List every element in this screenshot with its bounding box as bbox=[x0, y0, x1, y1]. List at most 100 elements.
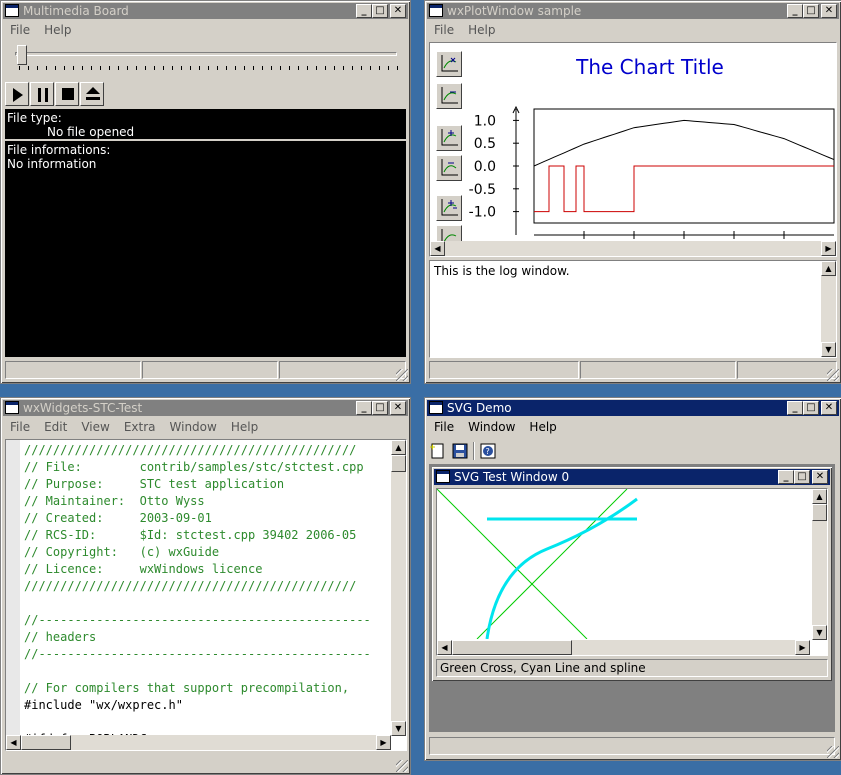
resize-grip[interactable] bbox=[827, 369, 839, 381]
log-window[interactable]: This is the log window. ▲ ▼ bbox=[429, 260, 837, 358]
y-tick-label: -1.0 bbox=[469, 205, 496, 221]
minimize-button[interactable]: _ bbox=[787, 401, 803, 415]
svg-text:?: ? bbox=[486, 447, 490, 456]
play-button[interactable] bbox=[5, 82, 29, 106]
svg-demo-window: SVG Demo _ □ ✕ File Window Help ? SVG Te… bbox=[424, 397, 841, 761]
menu-help[interactable]: Help bbox=[224, 420, 265, 434]
status-pane bbox=[429, 737, 835, 755]
scroll-right-button[interactable]: ▶ bbox=[821, 241, 836, 256]
scroll-right-button[interactable]: ▶ bbox=[795, 640, 810, 655]
code-line: ////////////////////////////////////////… bbox=[24, 443, 357, 457]
maximize-button[interactable]: □ bbox=[803, 4, 819, 18]
save-icon[interactable] bbox=[451, 442, 469, 460]
minimize-button[interactable]: _ bbox=[778, 470, 794, 484]
pause-icon bbox=[38, 88, 48, 102]
code-editor[interactable]: ////////////////////////////////////////… bbox=[5, 439, 407, 751]
code-line: // headers bbox=[24, 630, 97, 644]
scroll-right-button[interactable]: ▶ bbox=[376, 735, 391, 750]
menu-edit[interactable]: Edit bbox=[37, 420, 74, 434]
menu-file[interactable]: File bbox=[427, 23, 461, 37]
minimize-button[interactable]: _ bbox=[356, 401, 372, 415]
plot-hscrollbar[interactable]: ◀ ▶ bbox=[430, 241, 836, 256]
slider-thumb[interactable] bbox=[17, 45, 27, 65]
pause-button[interactable] bbox=[30, 82, 54, 106]
resize-grip[interactable] bbox=[396, 369, 408, 381]
maximize-button[interactable]: □ bbox=[372, 4, 388, 18]
minimize-button[interactable]: _ bbox=[787, 4, 803, 18]
scroll-down-button[interactable]: ▼ bbox=[821, 342, 836, 357]
menu-help[interactable]: Help bbox=[461, 23, 502, 37]
code-line: #include "wx/wxprec.h" bbox=[24, 698, 183, 712]
code-line: // RCS-ID: $Id: stctest.cpp 39402 2006-0… bbox=[24, 528, 357, 542]
help-icon[interactable]: ? bbox=[479, 442, 497, 460]
scroll-thumb[interactable] bbox=[21, 735, 71, 750]
maximize-button[interactable]: □ bbox=[803, 401, 819, 415]
scroll-left-button[interactable]: ◀ bbox=[430, 241, 445, 256]
code-line: //--------------------------------------… bbox=[24, 613, 371, 627]
close-button[interactable]: ✕ bbox=[812, 470, 828, 484]
scroll-thumb[interactable] bbox=[812, 504, 827, 521]
close-button[interactable]: ✕ bbox=[390, 401, 406, 415]
scroll-left-button[interactable]: ◀ bbox=[6, 735, 21, 750]
file-type-value: No file opened bbox=[47, 125, 135, 139]
resize-grip[interactable] bbox=[827, 746, 839, 758]
menu-file[interactable]: File bbox=[427, 420, 461, 434]
svg-canvas: ▲ ▼ ◀ ▶ bbox=[436, 488, 828, 656]
scroll-thumb[interactable] bbox=[452, 640, 572, 655]
menu-file[interactable]: File bbox=[3, 420, 37, 434]
editor-hscrollbar[interactable]: ◀ ▶ bbox=[6, 735, 391, 750]
menu-help[interactable]: Help bbox=[522, 420, 563, 434]
menu-window[interactable]: Window bbox=[461, 420, 522, 434]
menu-view[interactable]: View bbox=[74, 420, 116, 434]
minimize-button[interactable]: _ bbox=[356, 4, 372, 18]
menu-window[interactable]: Window bbox=[163, 420, 224, 434]
code-line: // Purpose: STC test application bbox=[24, 477, 285, 491]
scroll-down-button[interactable]: ▼ bbox=[391, 721, 406, 736]
app-icon bbox=[5, 401, 19, 414]
menu-help[interactable]: Help bbox=[37, 23, 78, 37]
scroll-thumb[interactable] bbox=[391, 455, 406, 472]
code-line: // Copyright: (c) wxGuide bbox=[24, 545, 220, 559]
child-hscrollbar[interactable]: ◀ ▶ bbox=[437, 640, 810, 655]
window-title: wxWidgets-STC-Test bbox=[23, 401, 143, 415]
stc-titlebar[interactable]: wxWidgets-STC-Test _ □ ✕ bbox=[3, 400, 408, 416]
green-cross-line-1 bbox=[437, 489, 588, 639]
svg-demo-titlebar[interactable]: SVG Demo _ □ ✕ bbox=[427, 400, 839, 416]
app-icon bbox=[429, 401, 443, 414]
scroll-up-button[interactable]: ▲ bbox=[391, 440, 406, 455]
new-file-icon[interactable] bbox=[429, 442, 447, 460]
close-button[interactable]: ✕ bbox=[390, 4, 406, 18]
plot-window: wxPlotWindow sample _ □ ✕ File Help The … bbox=[424, 0, 841, 384]
stop-button[interactable] bbox=[55, 82, 79, 106]
scroll-up-button[interactable]: ▲ bbox=[821, 261, 836, 276]
editor-vscrollbar[interactable]: ▲ ▼ bbox=[391, 440, 406, 736]
status-pane-1 bbox=[5, 361, 141, 379]
file-type-label: File type: bbox=[7, 111, 62, 125]
status-pane-2 bbox=[580, 361, 736, 379]
eject-button[interactable] bbox=[80, 82, 104, 106]
status-pane-2 bbox=[142, 361, 278, 379]
multimedia-titlebar[interactable]: Multimedia Board _ □ ✕ bbox=[3, 3, 408, 19]
menu-file[interactable]: File bbox=[3, 23, 37, 37]
maximize-button[interactable]: □ bbox=[794, 470, 810, 484]
close-button[interactable]: ✕ bbox=[821, 401, 837, 415]
maximize-button[interactable]: □ bbox=[372, 401, 388, 415]
position-slider[interactable] bbox=[9, 43, 401, 73]
log-text: This is the log window. bbox=[434, 264, 570, 278]
y-tick-label: 0.0 bbox=[474, 159, 496, 175]
mdi-client: SVG Test Window 0 _ □ ✕ ▲ ▼ ◀ ▶ Green Cr… bbox=[429, 464, 835, 732]
child-vscrollbar[interactable]: ▲ ▼ bbox=[812, 489, 827, 640]
code-lines: ////////////////////////////////////////… bbox=[24, 442, 390, 740]
menu-extra[interactable]: Extra bbox=[117, 420, 163, 434]
scroll-left-button[interactable]: ◀ bbox=[437, 640, 452, 655]
scroll-up-button[interactable]: ▲ bbox=[812, 489, 827, 504]
plot-titlebar[interactable]: wxPlotWindow sample _ □ ✕ bbox=[427, 3, 839, 19]
child-titlebar[interactable]: SVG Test Window 0 _ □ ✕ bbox=[434, 469, 830, 485]
close-button[interactable]: ✕ bbox=[821, 4, 837, 18]
file-info-panel: File informations: No information bbox=[5, 141, 406, 357]
log-vscrollbar[interactable]: ▲ ▼ bbox=[821, 261, 836, 357]
resize-grip[interactable] bbox=[396, 760, 408, 772]
scroll-down-button[interactable]: ▼ bbox=[812, 625, 827, 640]
menubar: File Help bbox=[427, 20, 839, 39]
